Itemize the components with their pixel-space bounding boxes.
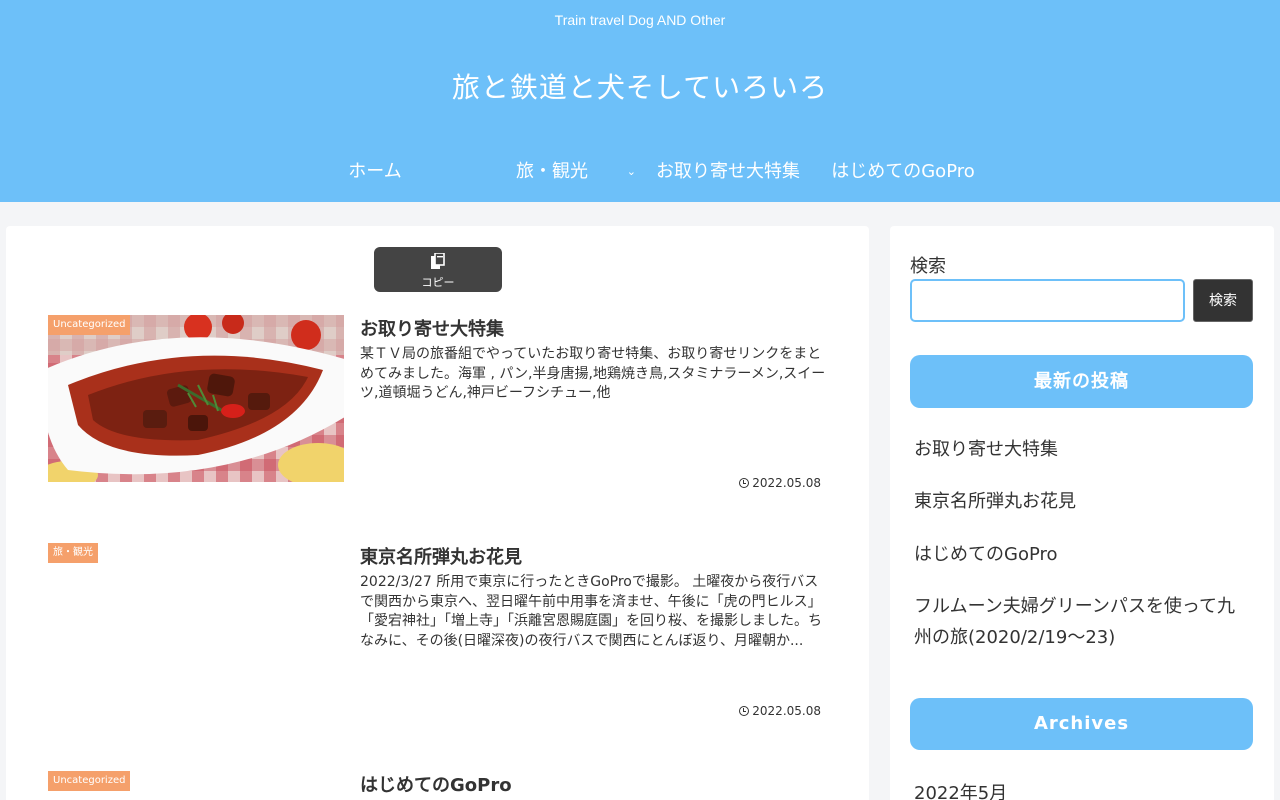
site-header: Train travel Dog AND Other 旅と鉄道と犬そしていろいろ…: [0, 0, 1280, 202]
post-excerpt: 某ＴＶ局の旅番組でやっていたお取り寄せ特集、お取り寄せリンクをまとめてみました。…: [360, 346, 826, 401]
nav-item-home[interactable]: ホーム: [305, 147, 445, 197]
clock-icon: [739, 706, 750, 716]
global-nav: ホーム 旅・観光 ⌄ お取り寄せ大特集 はじめてのGoPro: [0, 147, 1280, 197]
category-badge: Uncategorized: [48, 771, 131, 791]
search-label: 検索: [910, 256, 946, 277]
sidebar: 検索 検索 最新の投稿 お取り寄せ大特集 東京名所弾丸お花見 はじめてのGoPr…: [890, 226, 1274, 800]
post-thumbnail[interactable]: Uncategorized: [48, 771, 344, 800]
post-title[interactable]: お取り寄せ大特集: [360, 315, 504, 341]
search-input[interactable]: [910, 279, 1185, 322]
category-badge: Uncategorized: [48, 315, 131, 335]
recent-post-link[interactable]: フルムーン夫婦グリーンパスを使って九州の旅(2020/2/19～23): [914, 591, 1250, 653]
recent-post-link[interactable]: はじめてのGoPro: [914, 539, 1250, 570]
post-thumbnail[interactable]: 旅・観光: [48, 543, 344, 710]
post-title[interactable]: 東京名所弾丸お花見: [360, 543, 522, 569]
post-title[interactable]: はじめてのGoPro: [360, 771, 512, 797]
post-date-text: 2022.05.08: [752, 704, 821, 718]
beef-stew-image: [48, 315, 344, 482]
archives-heading: Archives: [910, 698, 1253, 750]
search-button[interactable]: 検索: [1193, 279, 1253, 322]
copy-button[interactable]: コピー: [374, 247, 502, 292]
post-date: 2022.05.08: [739, 704, 821, 718]
nav-item-label: 旅・観光: [516, 161, 588, 182]
recent-post-link[interactable]: 東京名所弾丸お花見: [914, 486, 1250, 517]
post-card[interactable]: Uncategorized はじめてのGoPro: [48, 771, 828, 800]
post-date: 2022.05.08: [739, 476, 821, 490]
post-card[interactable]: Uncategorized お取り寄せ大特集 某ＴＶ局の旅番組でやっていたお取り…: [48, 315, 828, 505]
post-thumbnail[interactable]: Uncategorized: [48, 315, 344, 482]
main-content: コピー Uncategorized お取り寄せ大特集 某ＴＶ局の旅番組でやってい…: [6, 226, 869, 800]
nav-item-label: ホーム: [348, 161, 402, 182]
nav-item-gopro[interactable]: はじめてのGoPro: [820, 147, 986, 197]
post-excerpt: 2022/3/27 所用で東京に行ったときGoProで撮影。 土曜夜から夜行バス…: [360, 574, 822, 649]
category-badge: 旅・観光: [48, 543, 98, 563]
post-date-text: 2022.05.08: [752, 476, 821, 490]
copy-label: コピー: [421, 276, 455, 289]
site-title[interactable]: 旅と鉄道と犬そしていろいろ: [0, 66, 1280, 106]
clock-icon: [739, 478, 750, 488]
copy-icon: [431, 253, 445, 269]
site-tagline: Train travel Dog AND Other: [554, 12, 726, 28]
nav-item-travel[interactable]: 旅・観光 ⌄: [462, 147, 642, 197]
archive-link[interactable]: 2022年5月: [914, 779, 1007, 800]
recent-posts-heading: 最新の投稿: [910, 355, 1253, 408]
recent-post-link[interactable]: お取り寄せ大特集: [914, 434, 1250, 465]
nav-item-otoriyose[interactable]: お取り寄せ大特集: [646, 147, 810, 197]
post-card[interactable]: 旅・観光 東京名所弾丸お花見 2022/3/27 所用で東京に行ったときGoPr…: [48, 543, 828, 733]
nav-item-label: はじめてのGoPro: [831, 161, 975, 182]
nav-item-label: お取り寄せ大特集: [656, 161, 800, 182]
chevron-down-icon: ⌄: [626, 165, 636, 178]
